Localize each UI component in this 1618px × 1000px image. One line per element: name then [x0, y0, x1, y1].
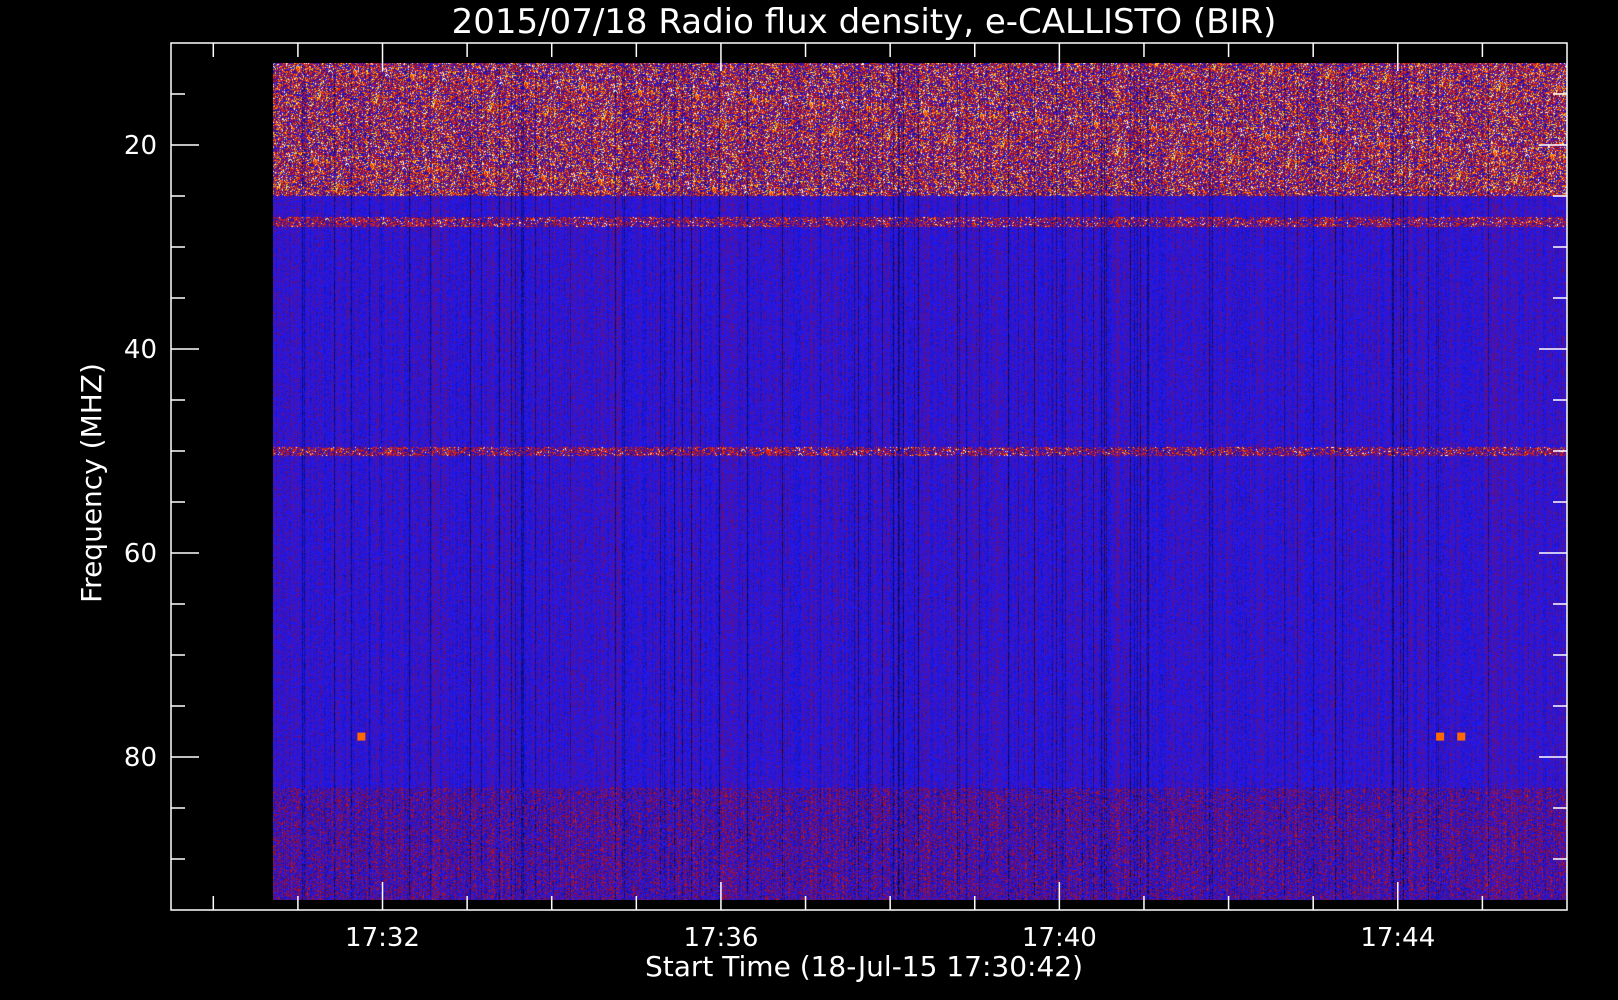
x-tick-label: 17:32	[345, 923, 420, 953]
x-tick-label: 17:44	[1360, 923, 1435, 953]
burst-mark	[1436, 732, 1445, 741]
x-axis-label: Start Time (18-Jul-15 17:30:42)	[645, 950, 1083, 983]
y-tick-label: 20	[124, 131, 157, 161]
chart-title: 2015/07/18 Radio flux density, e-CALLIST…	[452, 2, 1277, 42]
x-tick-label: 17:36	[683, 923, 758, 953]
heatmap-image	[273, 63, 1567, 900]
burst-mark	[1457, 732, 1466, 741]
spectrogram-chart: 2015/07/18 Radio flux density, e-CALLIST…	[0, 0, 1618, 1000]
x-tick-label: 17:40	[1022, 923, 1097, 953]
burst-mark	[357, 732, 366, 741]
heatmap-area	[273, 63, 1567, 900]
y-axis-label: Frequency (MHZ)	[75, 363, 108, 603]
y-tick-label: 60	[124, 539, 157, 569]
y-tick-label: 80	[124, 743, 157, 773]
y-tick-label: 40	[124, 335, 157, 365]
